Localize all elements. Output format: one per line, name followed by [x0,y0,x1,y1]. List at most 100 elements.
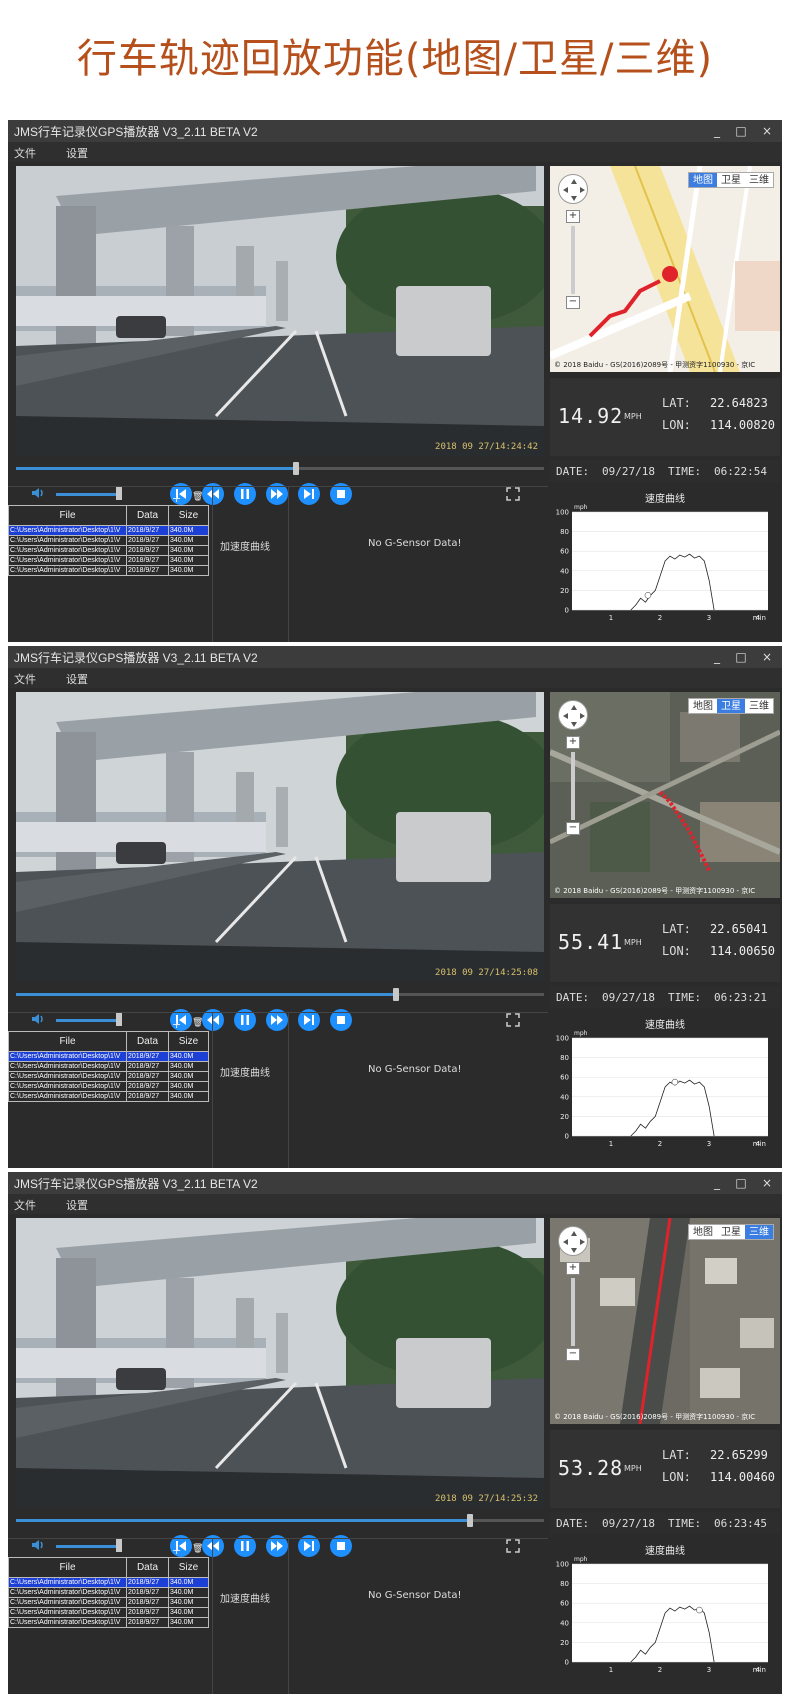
close-button[interactable]: × [756,647,778,667]
column-header-size[interactable]: Size [168,1557,209,1578]
table-row[interactable]: C:\Users\Administrator\Desktop\1\V 2018/9… [8,545,209,556]
map-zoom-control[interactable]: + − [566,210,580,310]
map-view[interactable]: + − 地图 卫星 三维 © 2018 Baidu - GS(2016)2089… [550,692,780,898]
menu-file[interactable]: 文件 [14,1197,36,1213]
table-row[interactable]: C:\Users\Administrator\Desktop\1\V 2018/9… [8,1071,209,1082]
menu-file[interactable]: 文件 [14,671,36,687]
table-row[interactable]: C:\Users\Administrator\Desktop\1\V 2018/9… [8,1607,209,1618]
zoom-slider[interactable] [571,752,575,820]
delete-file-button[interactable]: 🗑 [192,492,203,502]
volume-slider[interactable] [56,1019,118,1022]
fullscreen-icon[interactable] [506,487,520,501]
column-header-data[interactable]: Data [126,505,169,526]
volume-thumb[interactable] [116,487,122,500]
zoom-out-button[interactable]: − [566,1348,580,1361]
minimize-button[interactable]: _ [706,121,728,141]
video-player[interactable]: 2018 09 27/14:25:08 [16,692,544,982]
tab-map[interactable]: 地图 [689,699,717,713]
table-row[interactable]: C:\Users\Administrator\Desktop\1\V 2018/9… [8,1081,209,1092]
map-zoom-control[interactable]: + − [566,736,580,836]
menu-file[interactable]: 文件 [14,145,36,161]
chart-ylabel: mph [574,1556,588,1563]
volume-icon[interactable] [30,485,46,501]
minimize-button[interactable]: _ [706,1173,728,1193]
maximize-button[interactable]: □ [730,1173,752,1193]
seek-bar[interactable] [16,1512,544,1528]
column-header-file[interactable]: File [8,1031,127,1052]
maximize-button[interactable]: □ [730,647,752,667]
tab-map[interactable]: 地图 [689,173,717,187]
chart-ytick-label: 60 [560,1074,569,1082]
tab-satellite[interactable]: 卫星 [717,1225,745,1239]
add-file-button[interactable]: + [172,1018,181,1031]
close-button[interactable]: × [756,121,778,141]
column-header-file[interactable]: File [8,505,127,526]
add-file-button[interactable]: + [172,492,181,505]
column-header-data[interactable]: Data [126,1557,169,1578]
file-date-cell: 2018/9/27 [126,545,169,556]
volume-icon[interactable] [30,1011,46,1027]
tab-3d[interactable]: 三维 [745,1225,773,1239]
delete-file-button[interactable]: 🗑 [192,1544,203,1554]
zoom-out-button[interactable]: − [566,296,580,309]
tab-map[interactable]: 地图 [689,1225,717,1239]
zoom-slider[interactable] [571,226,575,294]
menu-settings[interactable]: 设置 [66,671,88,687]
menu-settings[interactable]: 设置 [66,145,88,161]
table-row[interactable]: C:\Users\Administrator\Desktop\1\V 2018/9… [8,1577,209,1588]
table-row[interactable]: C:\Users\Administrator\Desktop\1\V 2018/9… [8,1051,209,1062]
table-row[interactable]: C:\Users\Administrator\Desktop\1\V 2018/9… [8,1597,209,1608]
zoom-slider[interactable] [571,1278,575,1346]
map-pan-control[interactable] [558,1226,588,1256]
table-row[interactable]: C:\Users\Administrator\Desktop\1\V 2018/9… [8,1617,209,1628]
video-player[interactable]: 2018 09 27/14:25:32 [16,1218,544,1508]
file-size-cell: 340.0M [168,1091,209,1102]
add-file-button[interactable]: + [172,1544,181,1557]
close-button[interactable]: × [756,1173,778,1193]
volume-thumb[interactable] [116,1539,122,1552]
map-view[interactable]: + − 地图 卫星 三维 © 2018 Baidu - GS(2016)2089… [550,1218,780,1424]
seek-thumb[interactable] [467,1514,474,1527]
map-pan-control[interactable] [558,700,588,730]
video-player[interactable]: 2018 09 27/14:24:42 [16,166,544,456]
seek-bar[interactable] [16,986,544,1002]
column-header-size[interactable]: Size [168,1031,209,1052]
map-zoom-control[interactable]: + − [566,1262,580,1362]
table-row[interactable]: C:\Users\Administrator\Desktop\1\V 2018/9… [8,525,209,536]
seek-thumb[interactable] [292,462,299,475]
maximize-button[interactable]: □ [730,121,752,141]
table-row[interactable]: C:\Users\Administrator\Desktop\1\V 2018/9… [8,565,209,576]
seek-thumb[interactable] [393,988,400,1001]
tab-3d[interactable]: 三维 [745,699,773,713]
fullscreen-icon[interactable] [506,1013,520,1027]
fullscreen-icon[interactable] [506,1539,520,1553]
zoom-in-button[interactable]: + [566,210,580,223]
table-row[interactable]: C:\Users\Administrator\Desktop\1\V 2018/9… [8,1587,209,1598]
time-value: 06:23:21 [714,991,767,1004]
delete-file-button[interactable]: 🗑 [192,1018,203,1028]
map-pan-control[interactable] [558,174,588,204]
tab-satellite[interactable]: 卫星 [717,173,745,187]
map-view[interactable]: + − 地图 卫星 三维 © 2018 Baidu - GS(2016)2089… [550,166,780,372]
table-row[interactable]: C:\Users\Administrator\Desktop\1\V 2018/9… [8,555,209,566]
table-row[interactable]: C:\Users\Administrator\Desktop\1\V 2018/9… [8,1091,209,1102]
column-header-data[interactable]: Data [126,1031,169,1052]
file-path-cell: C:\Users\Administrator\Desktop\1\V [8,1597,127,1608]
tab-3d[interactable]: 三维 [745,173,773,187]
table-row[interactable]: C:\Users\Administrator\Desktop\1\V 2018/9… [8,535,209,546]
volume-thumb[interactable] [116,1013,122,1026]
column-header-size[interactable]: Size [168,505,209,526]
table-row[interactable]: C:\Users\Administrator\Desktop\1\V 2018/9… [8,1061,209,1072]
zoom-in-button[interactable]: + [566,736,580,749]
volume-slider[interactable] [56,1545,118,1548]
column-header-file[interactable]: File [8,1557,127,1578]
volume-slider[interactable] [56,493,118,496]
menu-settings[interactable]: 设置 [66,1197,88,1213]
minimize-button[interactable]: _ [706,647,728,667]
video-timestamp: 2018 09 27/14:24:42 [435,442,538,452]
seek-bar[interactable] [16,460,544,476]
zoom-in-button[interactable]: + [566,1262,580,1275]
tab-satellite[interactable]: 卫星 [717,699,745,713]
zoom-out-button[interactable]: − [566,822,580,835]
volume-icon[interactable] [30,1537,46,1553]
